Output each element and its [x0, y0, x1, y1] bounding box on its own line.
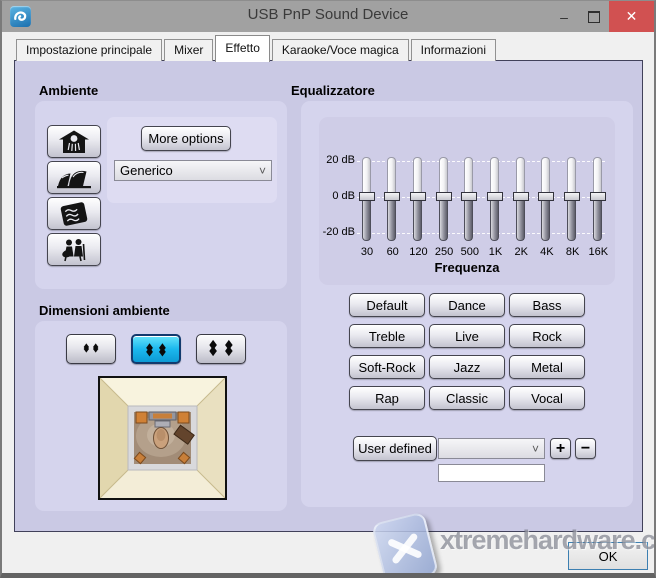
- user-defined-select[interactable]: ˅: [438, 438, 545, 459]
- chevron-down-icon: ˅: [532, 440, 539, 459]
- ok-button[interactable]: OK: [568, 542, 648, 570]
- maximize-button[interactable]: [579, 1, 609, 32]
- minimize-button[interactable]: –: [549, 1, 579, 32]
- preset-rock-button[interactable]: Rock: [509, 324, 585, 348]
- room-size-large-button[interactable]: ◆◆◆◆: [196, 334, 246, 364]
- more-options-button[interactable]: More options: [141, 126, 231, 151]
- preset-live-button[interactable]: Live: [429, 324, 505, 348]
- preset-dance-button[interactable]: Dance: [429, 293, 505, 317]
- eq-slider-1k[interactable]: [488, 157, 503, 242]
- eq-slider-2k[interactable]: [514, 157, 529, 242]
- resize-arrows-icon: ◆◆◆◆: [84, 348, 99, 350]
- preset-vocal-button[interactable]: Vocal: [509, 386, 585, 410]
- ambiente-heading: Ambiente: [39, 83, 98, 98]
- close-button[interactable]: ✕: [609, 1, 654, 32]
- preset-treble-button[interactable]: Treble: [349, 324, 425, 348]
- tab-bar: Impostazione principaleMixerEffettoKarao…: [16, 34, 644, 61]
- eq-slider-area: 20 dB0 dB-20 dB30601202505001K2K4K8K16KF…: [319, 117, 615, 285]
- tab-mixer[interactable]: Mixer: [164, 39, 213, 61]
- preset-rap-button[interactable]: Rap: [349, 386, 425, 410]
- equalizzatore-heading: Equalizzatore: [291, 83, 375, 98]
- eq-slider-500[interactable]: [462, 157, 477, 242]
- eq-db-tick: -20 dB: [319, 226, 355, 238]
- user-defined-button[interactable]: User defined: [353, 436, 437, 461]
- preset-classic-button[interactable]: Classic: [429, 386, 505, 410]
- ambiente-panel: More options Generico ˅: [35, 101, 287, 289]
- concert-hall-environment-button[interactable]: [47, 161, 101, 194]
- app-window: USB PnP Sound Device – ✕ Impostazione pr…: [0, 0, 656, 578]
- resize-arrows-icon: ◆◆◆◆: [209, 346, 232, 352]
- underwater-icon: [55, 201, 93, 227]
- app-audio-swirl-icon: [10, 6, 31, 27]
- effetto-tab-content: Ambiente: [14, 60, 643, 532]
- eq-db-tick: 20 dB: [319, 154, 355, 166]
- eq-db-tick: 0 dB: [319, 190, 355, 202]
- dimensioni-panel: ◆◆◆◆ ◆◆◆◆ ◆◆◆◆: [35, 321, 287, 511]
- eq-slider-120[interactable]: [411, 157, 426, 242]
- tab-informazioni[interactable]: Informazioni: [411, 39, 496, 61]
- equalizzatore-panel: 20 dB0 dB-20 dB30601202505001K2K4K8K16KF…: [301, 101, 633, 507]
- preset-bass-button[interactable]: Bass: [509, 293, 585, 317]
- dimensioni-heading: Dimensioni ambiente: [39, 303, 170, 318]
- concert-hall-icon: [55, 165, 93, 191]
- preset-soft-rock-button[interactable]: Soft-Rock: [349, 355, 425, 379]
- maximize-icon: [588, 11, 600, 23]
- environment-select[interactable]: Generico ˅: [114, 160, 272, 181]
- eq-slider-8k[interactable]: [565, 157, 580, 242]
- tab-karaoke-voce-magica[interactable]: Karaoke/Voce magica: [272, 39, 409, 61]
- eq-frequency-axis-title: Frequenza: [319, 260, 615, 275]
- stage-environment-button[interactable]: [47, 233, 101, 266]
- eq-slider-60[interactable]: [385, 157, 400, 242]
- room-size-medium-button[interactable]: ◆◆◆◆: [131, 334, 181, 364]
- remove-preset-button[interactable]: −: [575, 438, 596, 459]
- tab-effetto[interactable]: Effetto: [215, 35, 269, 62]
- eq-slider-4k[interactable]: [539, 157, 554, 242]
- chevron-down-icon: ˅: [259, 162, 266, 181]
- eq-slider-16k[interactable]: [591, 157, 606, 242]
- eq-frequency-label: 16K: [583, 246, 613, 258]
- stage-icon: [55, 237, 93, 263]
- eq-slider-30[interactable]: [360, 157, 375, 242]
- user-defined-name-input[interactable]: [438, 464, 545, 482]
- environment-options-subpanel: More options Generico ˅: [107, 117, 277, 203]
- tab-impostazione-principale[interactable]: Impostazione principale: [16, 39, 162, 61]
- preset-jazz-button[interactable]: Jazz: [429, 355, 505, 379]
- titlebar[interactable]: USB PnP Sound Device – ✕: [2, 1, 654, 32]
- add-preset-button[interactable]: +: [550, 438, 571, 459]
- underwater-environment-button[interactable]: [47, 197, 101, 230]
- preset-metal-button[interactable]: Metal: [509, 355, 585, 379]
- eq-slider-250[interactable]: [437, 157, 452, 242]
- preset-default-button[interactable]: Default: [349, 293, 425, 317]
- bathroom-environment-button[interactable]: [47, 125, 101, 158]
- room-preview-image: [98, 376, 227, 500]
- environment-select-value: Generico: [120, 163, 173, 178]
- bathroom-icon: [55, 129, 93, 155]
- room-size-small-button[interactable]: ◆◆◆◆: [66, 334, 116, 364]
- resize-arrows-icon: ◆◆◆◆: [146, 347, 166, 351]
